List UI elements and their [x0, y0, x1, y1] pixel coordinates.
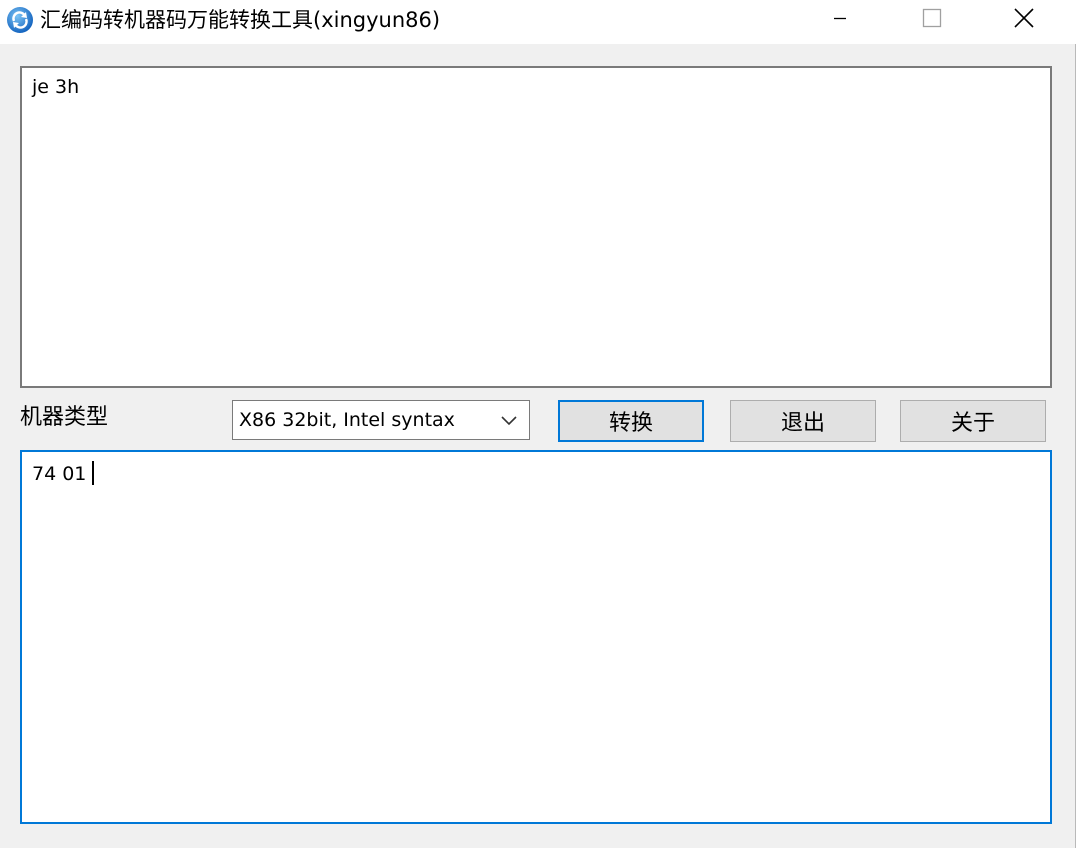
- machine-type-selected: X86 32bit, Intel syntax: [239, 409, 455, 431]
- maximize-icon: [922, 8, 942, 28]
- machine-code-output[interactable]: 74 01: [20, 450, 1052, 824]
- text-caret: [92, 461, 95, 485]
- close-icon: [1014, 8, 1034, 28]
- title-bar[interactable]: 汇编码转机器码万能转换工具(xingyun86): [0, 0, 1076, 44]
- machine-type-select[interactable]: X86 32bit, Intel syntax: [232, 400, 530, 440]
- machine-type-label: 机器类型: [20, 405, 109, 430]
- machine-code-text: 74 01: [32, 463, 87, 485]
- about-button[interactable]: 关于: [900, 400, 1046, 442]
- app-window: 汇编码转机器码万能转换工具(xingyun86) je 3h 机器类型 X86 …: [0, 0, 1076, 848]
- app-icon: [6, 6, 34, 34]
- exit-button[interactable]: 退出: [730, 400, 876, 442]
- minimize-icon: [834, 17, 846, 20]
- convert-button[interactable]: 转换: [558, 400, 704, 442]
- chevron-down-icon: [499, 411, 519, 429]
- maximize-button[interactable]: [886, 0, 978, 36]
- window-title: 汇编码转机器码万能转换工具(xingyun86): [40, 8, 441, 32]
- assembly-input[interactable]: je 3h: [20, 66, 1052, 388]
- close-button[interactable]: [978, 0, 1070, 36]
- minimize-button[interactable]: [794, 0, 886, 36]
